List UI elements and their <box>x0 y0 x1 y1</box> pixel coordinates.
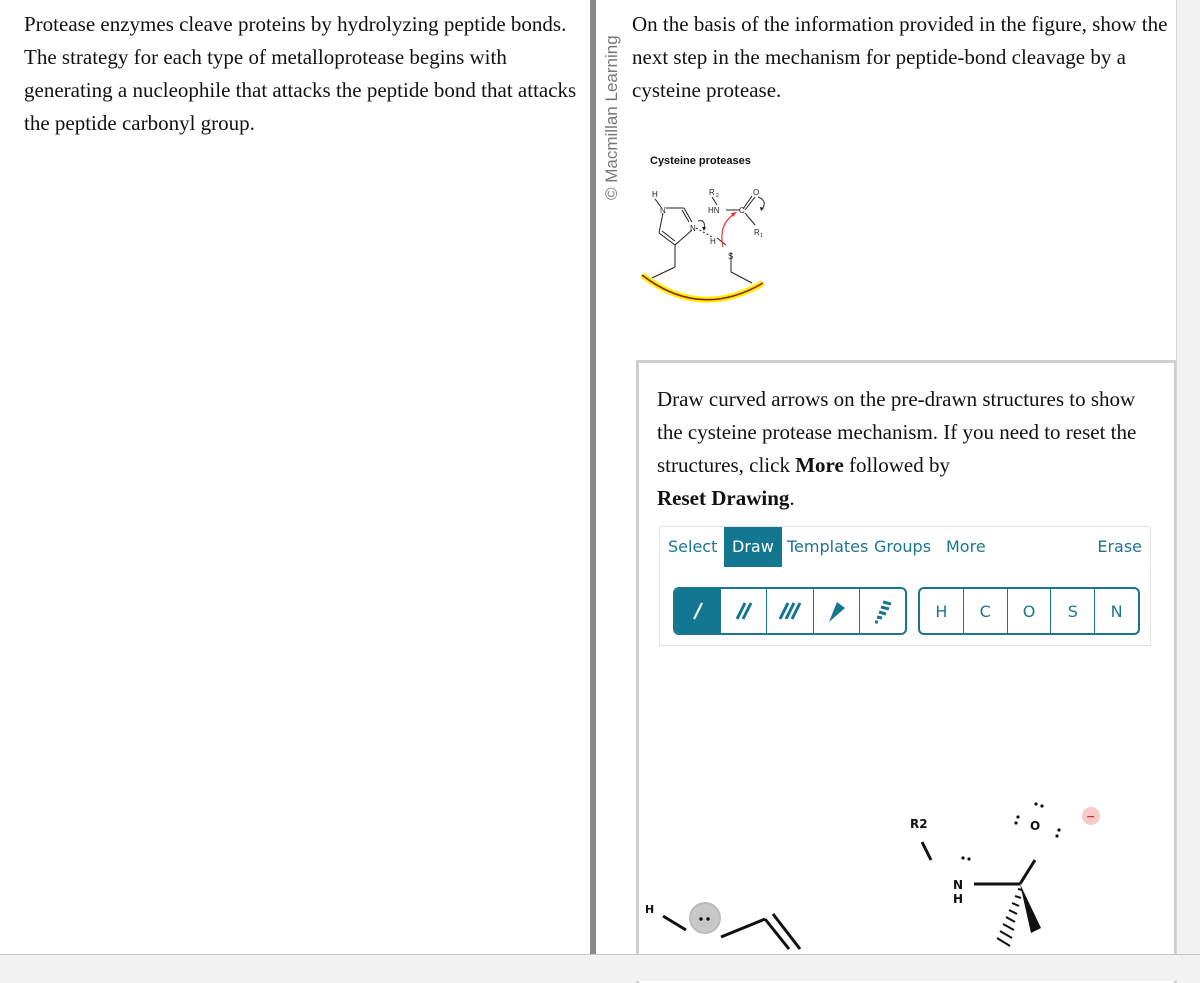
atom-h-button[interactable]: H <box>920 589 964 633</box>
fig-label-c: C <box>739 206 745 215</box>
fig-label-s: S <box>728 252 733 261</box>
atom-o-button[interactable]: O <box>1008 589 1052 633</box>
atom-tool-group: H C O S N <box>918 587 1140 635</box>
triple-bond-icon <box>778 602 802 620</box>
canvas-label-o: O <box>1030 819 1040 833</box>
wedge-bond-button[interactable] <box>814 589 860 633</box>
canvas-label-nh-n: N <box>953 878 963 892</box>
tab-groups[interactable]: Groups <box>866 527 939 567</box>
tab-select[interactable]: Select <box>660 527 725 567</box>
question-intro: Protease enzymes cleave proteins by hydr… <box>24 12 577 135</box>
tab-draw[interactable]: Draw <box>724 527 782 567</box>
copyright-label: © Macmillan Learning <box>602 35 621 200</box>
atom-n-button[interactable]: N <box>1095 589 1138 633</box>
instructions-period: . <box>789 486 795 510</box>
fig-label-r1-sub: 1 <box>760 233 763 239</box>
fig-label-h-top: H <box>652 190 658 199</box>
double-bond-icon <box>735 602 753 620</box>
bond-h-n-partial <box>662 914 687 932</box>
fig-label-h-bridge: H <box>710 237 716 246</box>
erase-button[interactable]: Erase <box>1089 527 1150 567</box>
canvas-label-nh-h: H <box>953 892 963 906</box>
atom-s-button[interactable]: S <box>1051 589 1096 633</box>
tab-templates[interactable]: Templates <box>779 527 876 567</box>
instructions-text-2: followed by <box>843 453 950 477</box>
bottom-bar <box>0 954 1200 981</box>
lone-pair-selection-highlight[interactable] <box>689 902 721 934</box>
instructions-reset-drawing: Reset Drawing <box>657 486 790 510</box>
drawing-instructions: Draw curved arrows on the pre-drawn stru… <box>657 383 1157 515</box>
fig-label-r2-sub: 2 <box>716 193 719 199</box>
single-bond-icon <box>692 602 703 620</box>
bond-tool-group <box>673 587 907 635</box>
tab-more[interactable]: More <box>938 527 994 567</box>
atom-c-button[interactable]: C <box>964 589 1008 633</box>
wedge-bond-c-r1 <box>1020 884 1041 933</box>
hash-wedge-bond-button[interactable] <box>860 589 905 633</box>
bond-c-o <box>1018 859 1037 885</box>
figure-title: Cysteine proteases <box>650 155 751 167</box>
triple-bond-button[interactable] <box>767 589 814 633</box>
hash-bond-c-down <box>996 888 1023 947</box>
wedge-bond-icon <box>829 602 846 622</box>
bond-n-c-imidazole <box>720 917 766 939</box>
double-bond-line1 <box>763 918 791 950</box>
drawing-panel: Draw curved arrows on the pre-drawn stru… <box>636 360 1177 983</box>
lone-pair-dot <box>699 917 703 921</box>
single-bond-button[interactable] <box>675 589 722 633</box>
column-divider <box>590 0 596 954</box>
page: Protease enzymes cleave proteins by hydr… <box>0 0 1200 983</box>
fig-label-o: O <box>753 188 759 197</box>
negative-charge-label: − <box>1086 810 1095 823</box>
fig-label-n1: N <box>660 206 666 215</box>
red-attack-arrow <box>721 213 735 248</box>
lone-pairs <box>961 802 1061 861</box>
editor-toolbar: Select Draw Templates Groups More Erase <box>659 526 1151 568</box>
fig-label-hn: HN <box>708 206 720 215</box>
page-scroll-edge <box>1176 0 1200 954</box>
canvas-label-r2: R2 <box>910 817 928 831</box>
drawing-canvas[interactable]: R2 N H O R1 N H <box>639 763 1174 983</box>
fig-label-r2: R <box>709 188 715 197</box>
curved-arrow-n-head <box>702 227 706 231</box>
lone-pair-dot <box>706 917 710 921</box>
hash-wedge-bond-icon <box>875 600 892 624</box>
curved-arrow-o <box>757 196 765 210</box>
double-bond-button[interactable] <box>721 589 768 633</box>
cysteine-protease-figure: H N N R 2 HN C O R 1 H S <box>640 188 765 303</box>
question-prompt: On the basis of the information provided… <box>632 12 1168 102</box>
canvas-label-h-partial: H <box>645 903 654 916</box>
tools-row: H C O S N <box>659 567 1151 646</box>
bond-r2-n <box>920 841 933 861</box>
instructions-more: More <box>795 453 844 477</box>
fig-label-n2: N <box>690 224 696 233</box>
